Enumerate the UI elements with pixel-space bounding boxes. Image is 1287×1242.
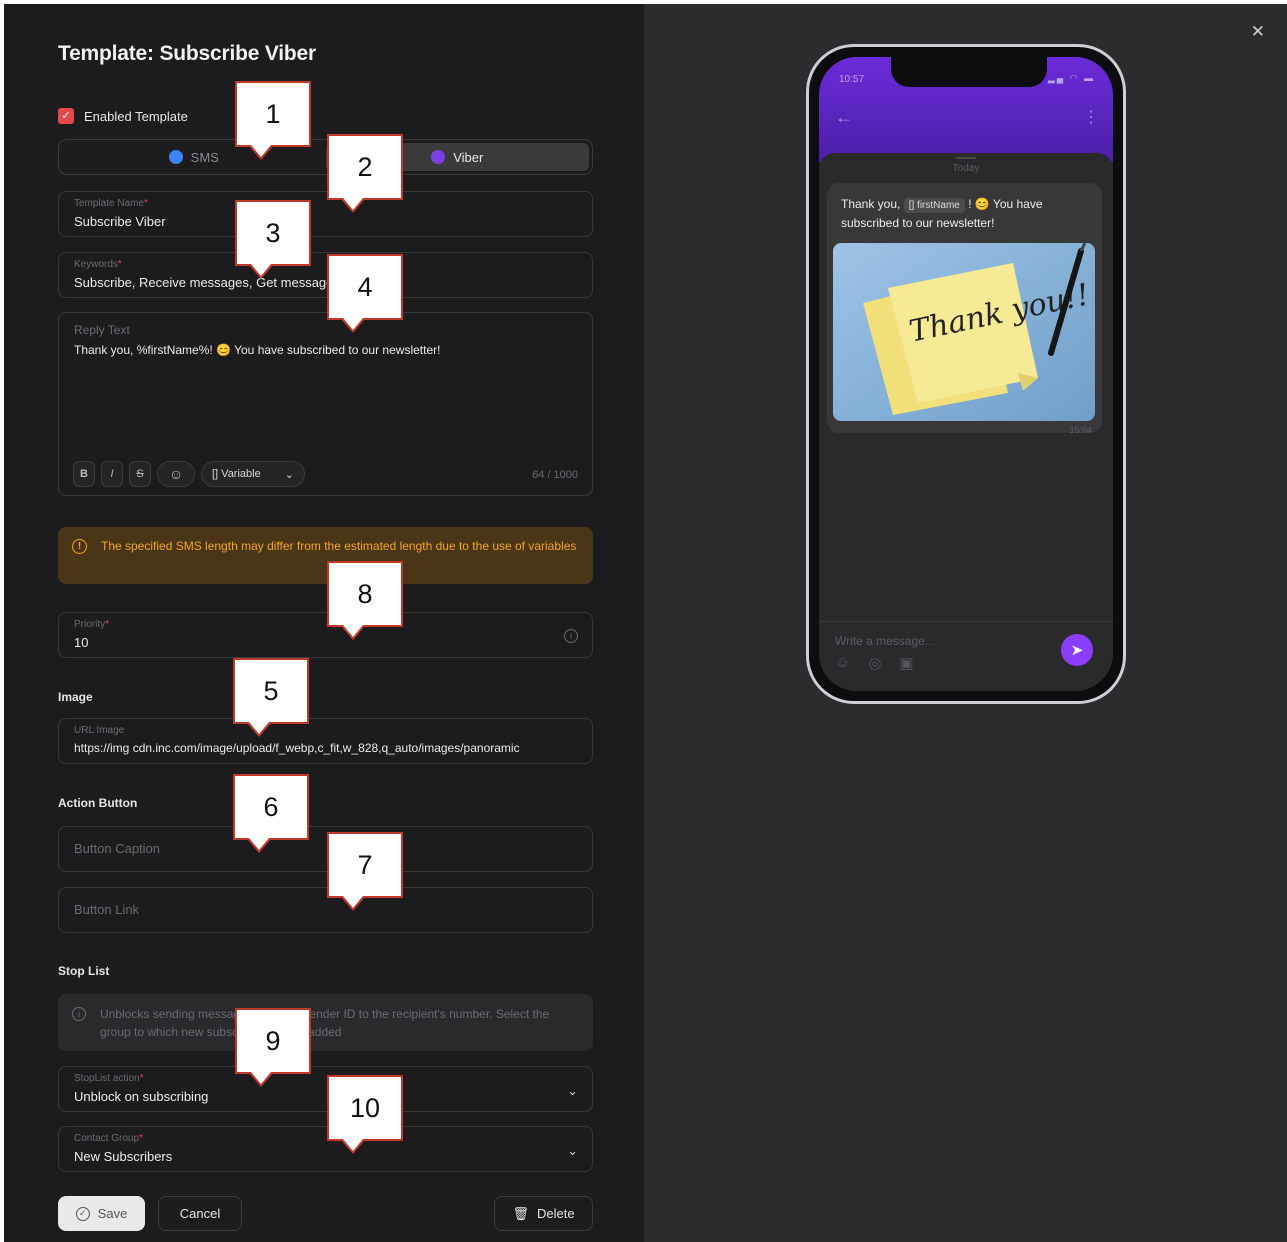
- callout-4: 4: [327, 254, 403, 333]
- button-caption-field[interactable]: Button Caption: [58, 826, 593, 872]
- chevron-down-icon: ⌄: [284, 468, 294, 481]
- more-vertical-icon: ⋮: [1083, 109, 1099, 126]
- callout-3: 3: [235, 200, 311, 279]
- chat-area: Today Thank you, [] firstName ! 😊 You ha…: [819, 153, 1113, 691]
- warning-icon: !: [72, 539, 87, 554]
- stop-list-info-text: Unblocks sending messages from the sende…: [100, 1007, 550, 1039]
- message-input-bar: Write a message... ☺ ◎ ▣ ➤: [819, 621, 1113, 691]
- strikethrough-button[interactable]: S: [129, 461, 151, 487]
- button-link-placeholder: Button Link: [74, 902, 140, 917]
- callout-5: 5: [233, 658, 309, 737]
- viber-icon: [431, 150, 446, 164]
- save-button[interactable]: ✓ Save: [58, 1196, 145, 1231]
- stop-list-section-title: Stop List: [58, 964, 110, 978]
- message-image: Thank you!!: [833, 243, 1095, 421]
- cancel-button-label: Cancel: [179, 1206, 221, 1221]
- info-icon: i: [72, 1007, 86, 1021]
- reply-text-field[interactable]: Reply Text Thank you, %firstName%! 😊 You…: [58, 312, 593, 496]
- camera-icon: ◎: [868, 655, 882, 672]
- tab-sms[interactable]: SMS: [62, 143, 326, 171]
- button-caption-placeholder: Button Caption: [74, 841, 161, 856]
- reply-toolbar: B I S ☺ [] Variable ⌄: [73, 461, 305, 487]
- template-name-field[interactable]: Template Name* Subscribe Viber: [58, 191, 593, 237]
- check-circle-icon: ✓: [75, 1206, 90, 1221]
- template-name-value: Subscribe Viber: [74, 214, 166, 229]
- sms-icon: [168, 150, 183, 164]
- keywords-field[interactable]: Keywords* Subscribe, Receive messages, G…: [58, 252, 593, 298]
- channel-tabs: SMS Viber: [58, 139, 593, 175]
- callout-1: 1: [235, 81, 311, 160]
- chevron-down-icon: ⌄: [567, 1083, 578, 1098]
- status-bar-icons: ▂▄ ◠ ▬: [1047, 73, 1095, 83]
- close-icon[interactable]: ✕: [1251, 22, 1265, 42]
- url-image-value: https://img cdn.inc.com/image/upload/f_w…: [74, 741, 520, 755]
- sms-length-warning: ! The specified SMS length may differ fr…: [58, 527, 593, 584]
- info-icon[interactable]: i: [564, 629, 578, 643]
- callout-8: 8: [327, 561, 403, 640]
- phone-screen: 10:57 ▂▄ ◠ ▬ ← ⋮ Today Thank you, [] fir…: [819, 57, 1113, 691]
- priority-label: Priority*: [74, 619, 110, 630]
- callout-7: 7: [327, 832, 403, 911]
- stoplist-action-label: StopList action*: [74, 1073, 144, 1084]
- contact-group-value: New Subscribers: [74, 1149, 173, 1164]
- page-title: Template: Subscribe Viber: [58, 42, 316, 65]
- cancel-button[interactable]: Cancel: [158, 1196, 242, 1231]
- variable-chip: [] firstName: [903, 198, 965, 213]
- back-arrow-icon: ←: [835, 107, 853, 127]
- url-image-field[interactable]: URL Image https://img cdn.inc.com/image/…: [58, 718, 593, 764]
- phone-preview: 10:57 ▂▄ ◠ ▬ ← ⋮ Today Thank you, [] fir…: [806, 44, 1126, 704]
- template-name-label: Template Name*: [74, 198, 148, 209]
- template-editor-panel: Template: Subscribe Viber ✓ Enabled Temp…: [4, 4, 644, 1242]
- checkbox-checked-icon[interactable]: ✓: [58, 108, 74, 124]
- delete-button-label: Delete: [536, 1206, 575, 1221]
- send-icon: ➤: [1061, 634, 1093, 666]
- chevron-down-icon: ⌄: [567, 1143, 578, 1158]
- keywords-label: Keywords*: [74, 259, 122, 270]
- variable-select-label: [] Variable: [212, 468, 261, 480]
- priority-field[interactable]: Priority* 10 i: [58, 612, 593, 658]
- char-counter: 64 / 1000: [532, 469, 578, 481]
- callout-2: 2: [327, 134, 403, 213]
- stop-list-info: i Unblocks sending messages from the sen…: [58, 994, 593, 1051]
- sticker-icon: ☺: [835, 654, 851, 671]
- url-image-label: URL Image: [74, 725, 125, 736]
- enabled-template-label: Enabled Template: [84, 108, 188, 124]
- emoji-button[interactable]: ☺: [157, 461, 195, 487]
- variable-select[interactable]: [] Variable ⌄: [201, 461, 305, 487]
- contact-group-select[interactable]: Contact Group* New Subscribers ⌄: [58, 1126, 593, 1172]
- priority-value: 10: [74, 635, 89, 650]
- contact-group-label: Contact Group*: [74, 1133, 143, 1144]
- stoplist-action-select[interactable]: StopList action* Unblock on subscribing …: [58, 1066, 593, 1112]
- callout-6: 6: [233, 774, 309, 853]
- enabled-template-toggle[interactable]: ✓ Enabled Template: [58, 108, 188, 124]
- image-section-title: Image: [58, 690, 93, 704]
- italic-button[interactable]: I: [101, 461, 123, 487]
- input-icons: ☺ ◎ ▣: [835, 654, 914, 672]
- trash-icon: 🗑: [512, 1205, 529, 1221]
- tab-sms-label: SMS: [190, 149, 219, 165]
- status-time: 10:57: [839, 74, 865, 85]
- bold-button[interactable]: B: [73, 461, 95, 487]
- gif-icon: ▣: [899, 655, 914, 672]
- message-time: 15:04: [1069, 425, 1092, 435]
- drag-handle: [956, 157, 976, 159]
- phone-notch: [891, 57, 1047, 87]
- save-button-label: Save: [97, 1206, 128, 1221]
- callout-9: 9: [235, 1008, 311, 1087]
- action-button-section-title: Action Button: [58, 796, 138, 810]
- button-link-field[interactable]: Button Link: [58, 887, 593, 933]
- reply-text-value: Thank you, %firstName%! 😊 You have subsc…: [74, 343, 441, 357]
- message-text: Thank you, [] firstName ! 😊 You have sub…: [841, 197, 1043, 230]
- reply-text-label: Reply Text: [74, 323, 130, 337]
- delete-button[interactable]: 🗑 Delete: [494, 1196, 593, 1231]
- callout-10: 10: [327, 1075, 403, 1154]
- message-input: Write a message...: [835, 634, 935, 648]
- tab-viber-label: Viber: [453, 149, 484, 165]
- message-bubble: Thank you, [] firstName ! 😊 You have sub…: [827, 183, 1102, 435]
- date-divider: Today: [952, 163, 980, 174]
